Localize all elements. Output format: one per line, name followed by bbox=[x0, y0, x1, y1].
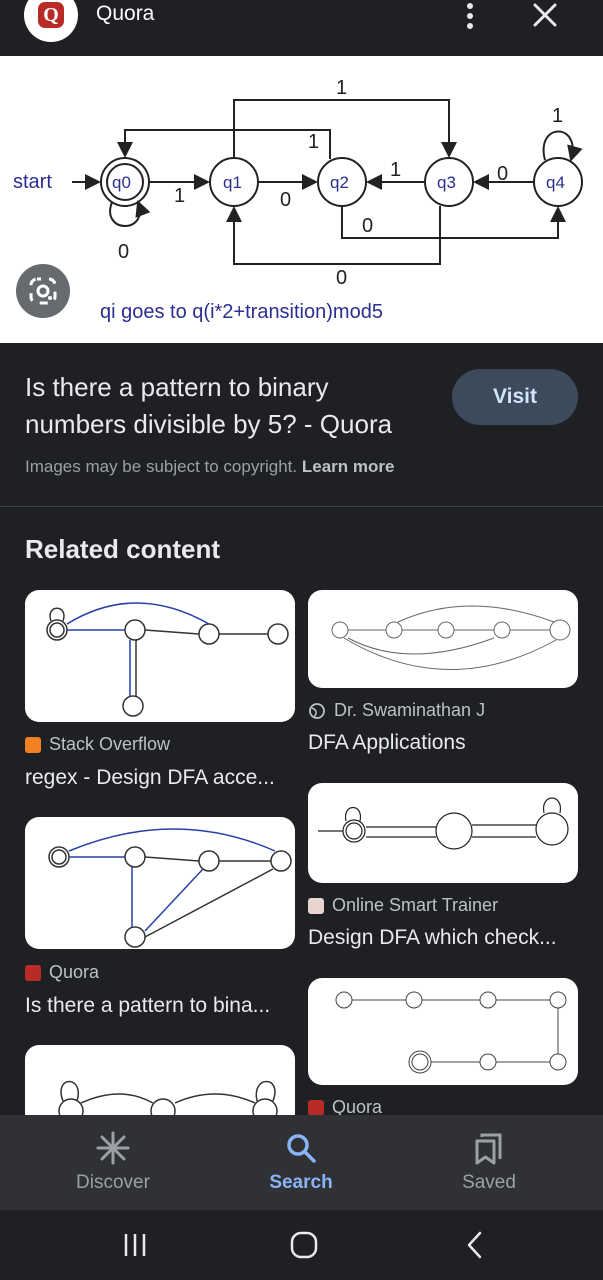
copyright-text: Images may be subject to copyright. bbox=[25, 457, 298, 476]
nav-search-label: Search bbox=[269, 1172, 333, 1193]
home-icon[interactable] bbox=[289, 1230, 319, 1260]
edge-label: 0 bbox=[118, 241, 129, 263]
more-options-icon[interactable] bbox=[460, 0, 480, 32]
quora-logo: Q bbox=[24, 0, 78, 42]
lens-button[interactable] bbox=[16, 264, 70, 318]
thumbnail-diagram bbox=[58, 1080, 278, 1115]
source-name: Quora bbox=[49, 962, 100, 982]
close-icon[interactable] bbox=[530, 0, 560, 30]
thumbnail-diagram bbox=[46, 602, 289, 717]
learn-more-link[interactable]: Learn more bbox=[302, 457, 395, 476]
state-q1-label: q1 bbox=[223, 173, 242, 192]
nav-search[interactable]: Search bbox=[221, 1115, 381, 1210]
state-q2-label: q2 bbox=[330, 173, 349, 192]
related-image-5[interactable] bbox=[25, 1045, 295, 1115]
edge-label: 0 bbox=[362, 215, 373, 237]
edge-label: 1 bbox=[308, 131, 319, 153]
thumbnail-diagram bbox=[331, 605, 571, 670]
related-image-1[interactable] bbox=[25, 590, 295, 722]
divider bbox=[0, 506, 603, 507]
diagram-caption: qi goes to q(i*2+transition)mod5 bbox=[100, 301, 383, 323]
related-image-4[interactable] bbox=[308, 783, 578, 883]
source-name: Stack Overflow bbox=[49, 734, 171, 754]
edge-label: 0 bbox=[336, 267, 347, 289]
thumbnail-diagram bbox=[335, 991, 567, 1074]
quora-icon bbox=[308, 1099, 324, 1116]
related-image-6[interactable] bbox=[308, 978, 578, 1085]
state-q0-label: q0 bbox=[112, 173, 131, 192]
lens-icon bbox=[29, 277, 57, 305]
thumbnail-diagram bbox=[48, 828, 292, 948]
related-caption-2[interactable]: DFA Applications bbox=[308, 731, 466, 755]
quora-logo-letter: Q bbox=[38, 2, 64, 28]
system-navigation-bar bbox=[0, 1210, 603, 1280]
visit-button[interactable]: Visit bbox=[452, 369, 578, 425]
globe-icon bbox=[309, 702, 325, 719]
edge-label: 0 bbox=[280, 189, 291, 211]
trainer-avatar-icon bbox=[308, 897, 324, 914]
state-q3-label: q3 bbox=[437, 173, 456, 192]
asterisk-icon bbox=[96, 1131, 130, 1165]
start-label: start bbox=[13, 171, 52, 193]
dfa-diagram: start q0 q1 q2 q3 q4 1 1 1 0 1 0 0 0 0 1… bbox=[13, 77, 583, 323]
state-q4-label: q4 bbox=[546, 173, 565, 192]
edge-label: 1 bbox=[552, 105, 563, 127]
related-heading: Related content bbox=[25, 534, 221, 564]
recent-apps-icon[interactable] bbox=[120, 1230, 150, 1260]
related-image-3[interactable] bbox=[25, 817, 295, 949]
edge-label: 0 bbox=[497, 163, 508, 185]
bookmarks-icon bbox=[475, 1133, 502, 1165]
bottom-navigation: Discover Search Saved bbox=[0, 1115, 603, 1210]
preview-image[interactable]: start q0 q1 q2 q3 q4 1 1 1 0 1 0 0 0 0 1… bbox=[0, 56, 603, 343]
related-source-2[interactable]: Dr. Swaminathan J bbox=[308, 700, 485, 721]
quora-icon bbox=[25, 964, 41, 981]
edge-label: 1 bbox=[390, 159, 401, 181]
edge-label: 1 bbox=[174, 185, 185, 207]
related-source-1[interactable]: Stack Overflow bbox=[25, 734, 170, 755]
nav-discover[interactable]: Discover bbox=[33, 1115, 193, 1210]
nav-discover-label: Discover bbox=[76, 1172, 150, 1193]
related-source-4[interactable]: Quora bbox=[25, 962, 99, 983]
site-name: Quora bbox=[96, 2, 155, 25]
related-caption-3[interactable]: Design DFA which check... bbox=[308, 926, 557, 950]
top-bar: Q Quora bbox=[0, 0, 603, 56]
related-source-3[interactable]: Online Smart Trainer bbox=[308, 895, 498, 916]
stack-overflow-icon bbox=[25, 736, 41, 753]
nav-saved[interactable]: Saved bbox=[409, 1115, 569, 1210]
source-name: Dr. Swaminathan J bbox=[334, 700, 486, 720]
edge-label: 1 bbox=[336, 77, 347, 99]
related-image-2[interactable] bbox=[308, 590, 578, 688]
result-title[interactable]: Is there a pattern to binary numbers div… bbox=[25, 369, 435, 443]
related-caption-4[interactable]: Is there a pattern to bina... bbox=[25, 994, 270, 1018]
copyright-notice: Images may be subject to copyright. Lear… bbox=[25, 457, 394, 477]
source-name: Online Smart Trainer bbox=[332, 895, 499, 915]
search-icon bbox=[287, 1134, 316, 1163]
nav-saved-label: Saved bbox=[462, 1172, 516, 1193]
thumbnail-diagram bbox=[318, 797, 569, 850]
back-icon[interactable] bbox=[460, 1230, 490, 1260]
related-caption-1[interactable]: regex - Design DFA acce... bbox=[25, 766, 275, 790]
